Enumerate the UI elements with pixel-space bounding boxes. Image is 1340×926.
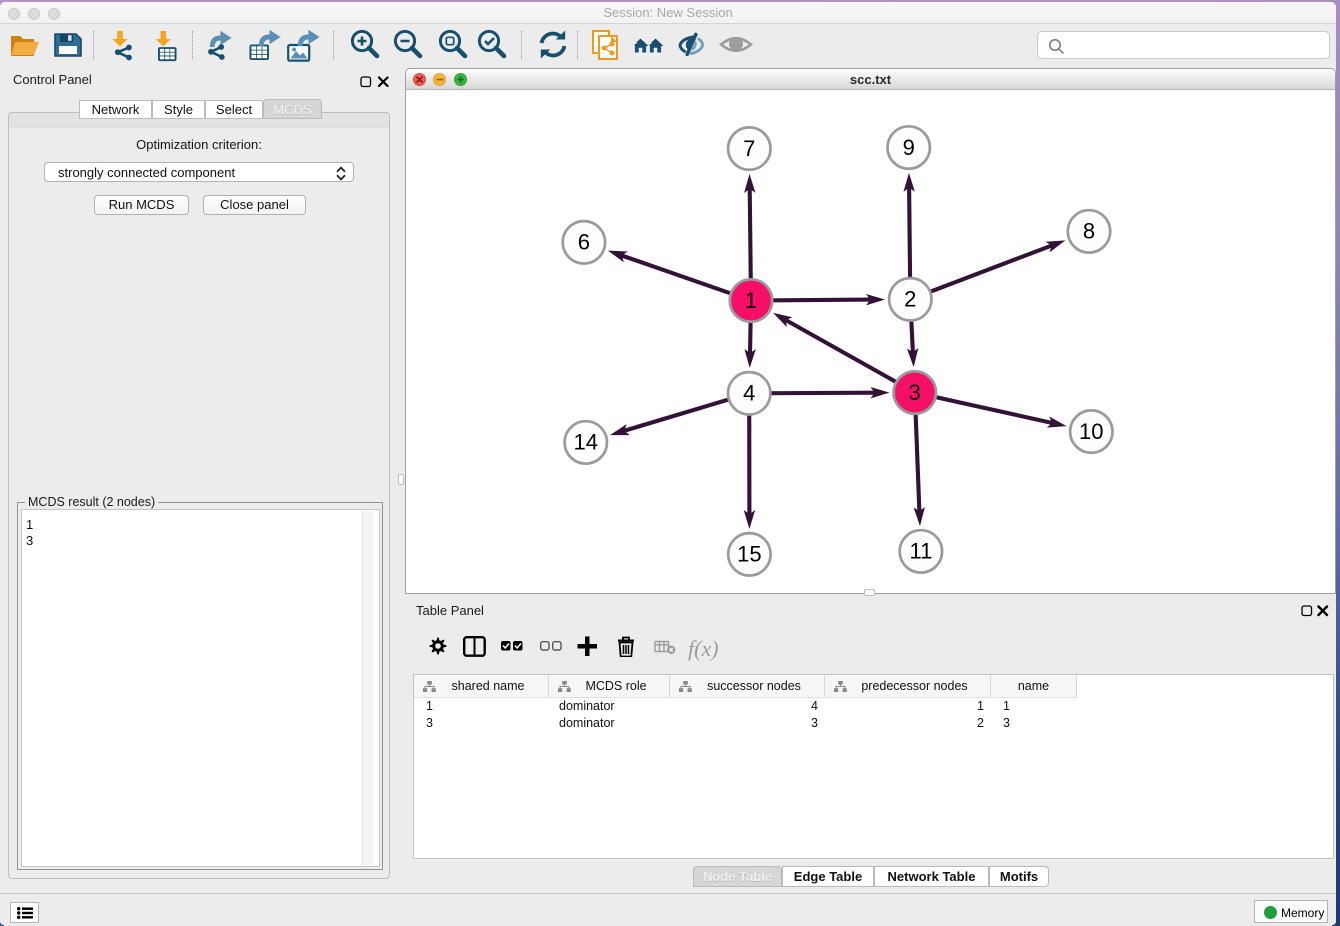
svg-text:3: 3 [909,380,921,405]
svg-text:14: 14 [574,430,598,455]
svg-text:8: 8 [1083,219,1095,244]
svg-text:10: 10 [1079,419,1103,444]
svg-text:6: 6 [578,230,590,255]
svg-text:15: 15 [737,542,761,567]
svg-text:7: 7 [743,136,755,161]
svg-text:2: 2 [904,287,916,312]
svg-text:4: 4 [743,381,755,406]
svg-text:9: 9 [903,135,915,160]
svg-text:1: 1 [745,288,757,313]
svg-text:11: 11 [909,539,932,564]
